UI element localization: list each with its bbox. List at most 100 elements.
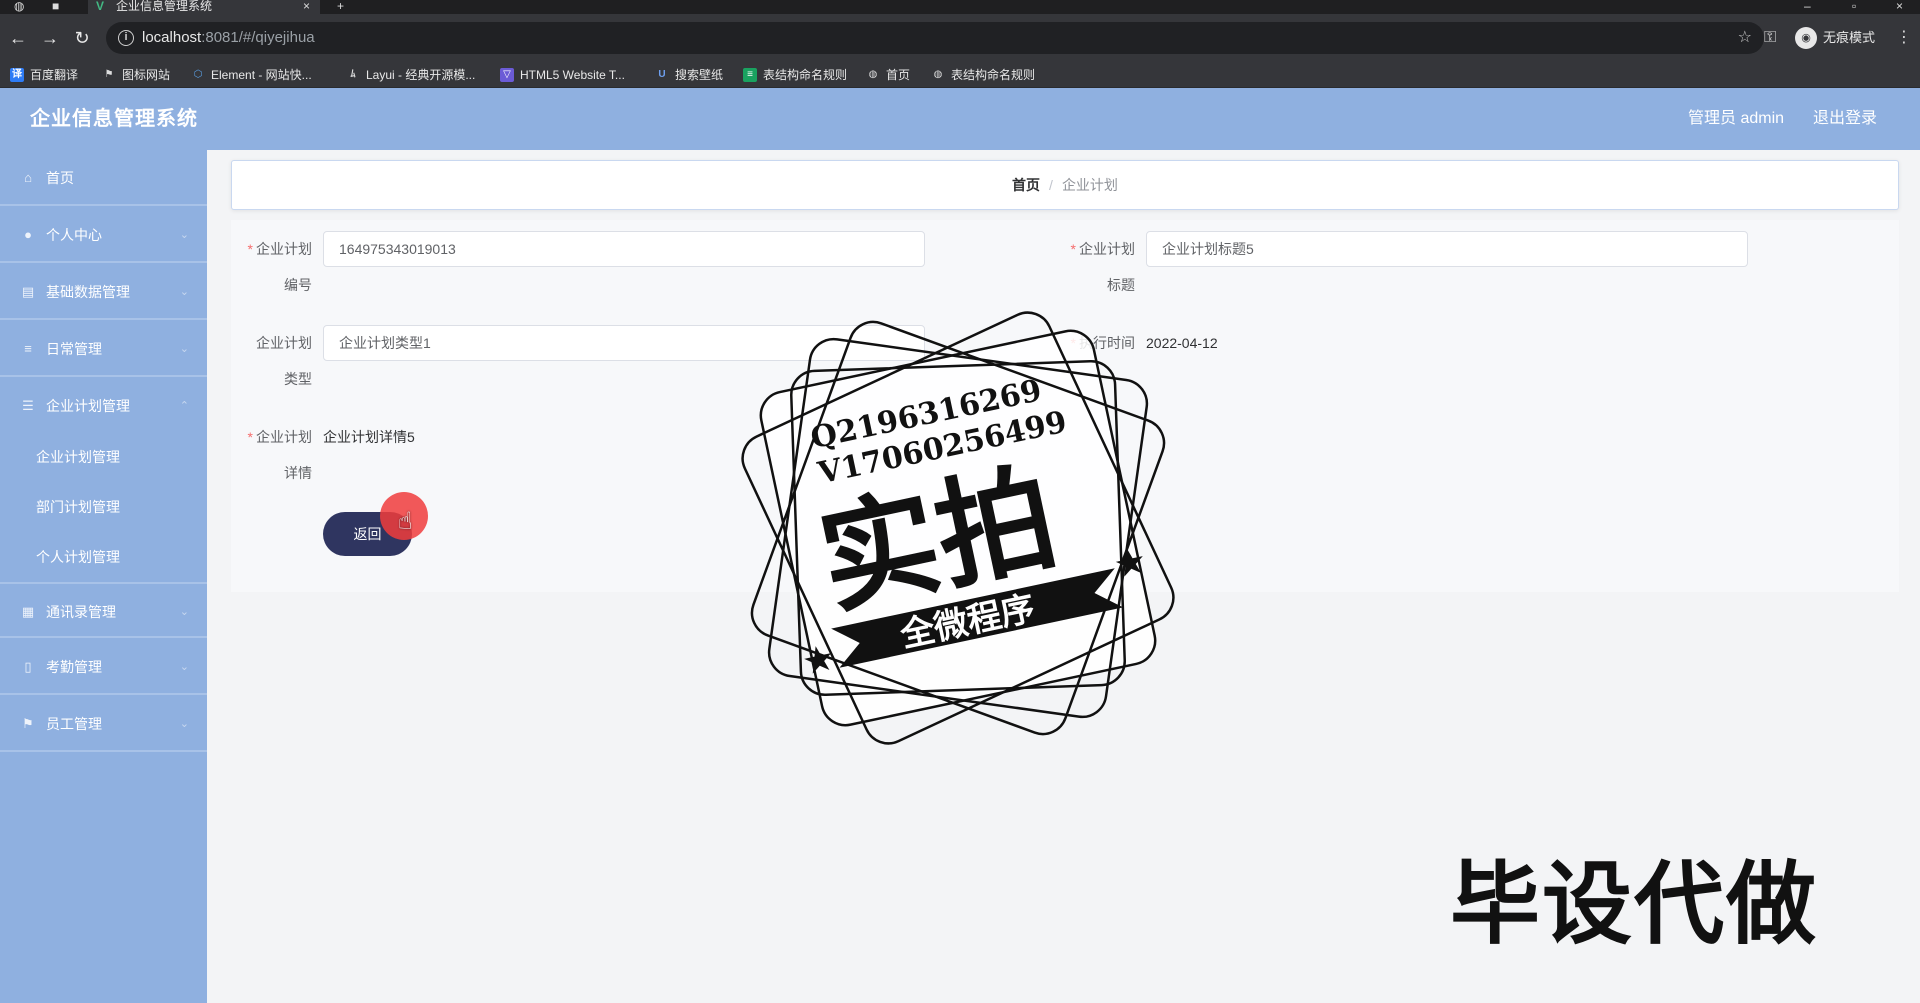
forward-arrow-icon[interactable]: → <box>38 26 62 50</box>
sidebar-subitem-enterprise-plan[interactable]: 企业计划管理 <box>0 432 207 482</box>
browser-tabstrip: ◍ ■ V 企业信息管理系统 × + – ▫ × <box>0 0 1920 14</box>
bookmark-item[interactable]: ▽ HTML5 Website T... <box>500 62 625 88</box>
admin-label: 管理员 admin <box>1688 110 1785 127</box>
window-close-icon[interactable]: × <box>1896 0 1903 12</box>
sidebar-item-home[interactable]: ⌂ 首页 <box>0 150 207 206</box>
browser-tab[interactable]: V 企业信息管理系统 × <box>88 0 320 14</box>
breadcrumb-current: 企业计划 <box>1061 177 1118 193</box>
chevron-down-icon: ⌄ <box>179 229 189 241</box>
sidebar-item-contacts[interactable]: ▦ 通讯录管理 ⌄ <box>0 582 207 638</box>
grid-icon: ▦ <box>21 604 35 619</box>
bookmarks-bar: 译百度翻译 ⚑ 图标网站 ⬡ Element - 网站快... ﾑ Layui - 经… <box>0 62 1920 88</box>
browser-menu-icon[interactable]: ⋮ <box>1896 26 1912 50</box>
logout-link[interactable]: 退出登录 <box>1813 88 1877 150</box>
bookmark-item[interactable]: ⚑ 图标网站 <box>102 62 171 88</box>
label-text: 企业计划 <box>256 241 312 257</box>
bookmark-item[interactable]: U 搜索壁纸 <box>655 62 723 88</box>
label-text: 企业计划 <box>256 429 312 445</box>
chevron-down-icon: ⌄ <box>179 718 189 730</box>
browser-toolbar: ← → ↻ i localhost:8081/#/qiyejihua ☆ ⚿ ◉… <box>0 14 1920 62</box>
bookmark-star-icon[interactable]: ☆ <box>1738 22 1752 54</box>
chevron-up-icon: ⌃ <box>179 400 189 412</box>
translate-icon: 译 <box>10 68 24 82</box>
flag-icon: ⚑ <box>22 716 34 731</box>
shield-bookmark-icon: ▽ <box>500 68 514 82</box>
plan-detail-label: * 企业计划 <box>232 419 312 455</box>
browser-tab-title: 企业信息管理系统 <box>116 0 213 13</box>
incognito-label: 无痕模式 <box>1823 30 1876 45</box>
sidebar-item-profile[interactable]: ● 个人中心 ⌄ <box>0 207 207 263</box>
breadcrumb-separator: / <box>1049 177 1053 193</box>
bookmark-item[interactable]: ﾑ Layui - 经典开源模... <box>346 62 476 88</box>
globe-icon: ◍ <box>868 69 878 80</box>
sidebar-item-enterprise-plan[interactable]: ☰ 企业计划管理 ⌃ <box>0 378 207 434</box>
bookmark-label: 表结构命名规则 <box>951 68 1036 82</box>
minimize-icon[interactable]: – <box>1804 0 1811 12</box>
chevron-down-icon: ⌄ <box>179 661 189 673</box>
bookmark-label: 图标网站 <box>122 68 171 82</box>
back-arrow-icon[interactable]: ← <box>6 26 30 50</box>
required-mark: * <box>247 241 253 257</box>
sheet-icon: ≡ <box>743 68 757 82</box>
bookmark-item[interactable]: ◍ 表结构命名规则 <box>931 62 1035 88</box>
url-path: :8081/#/qiyejihua <box>201 29 315 46</box>
plan-no-input[interactable] <box>323 231 925 267</box>
reload-icon[interactable]: ↻ <box>70 26 94 50</box>
vue-favicon-icon: V <box>96 0 105 13</box>
plan-title-input[interactable] <box>1146 231 1748 267</box>
stack-icon: ☰ <box>22 398 34 413</box>
chevron-down-icon: ⌄ <box>179 343 189 355</box>
doc-icon: ▯ <box>24 659 32 674</box>
sidebar-item-label: 个人中心 <box>46 227 102 243</box>
bookmark-item[interactable]: 译百度翻译 <box>10 62 78 88</box>
user-icon: ● <box>24 227 32 242</box>
sidebar-item-label: 日常管理 <box>46 341 102 357</box>
sidebar-item-label: 考勤管理 <box>46 659 102 675</box>
required-mark: * <box>1070 241 1076 257</box>
bookmark-label: 首页 <box>886 68 911 82</box>
tab-search-icon[interactable]: ■ <box>52 0 59 12</box>
plan-no-label: * 企业计划 <box>232 231 312 267</box>
plan-detail-value: 企业计划详情5 <box>323 429 415 445</box>
bookmark-item[interactable]: ◍ 首页 <box>866 62 910 88</box>
sidebar-item-attendance[interactable]: ▯ 考勤管理 ⌄ <box>0 639 207 695</box>
chevron-down-icon: ⌄ <box>179 286 189 298</box>
breadcrumb-home[interactable]: 首页 <box>1012 177 1040 193</box>
sidebar-item-daily[interactable]: ≡ 日常管理 ⌄ <box>0 321 207 377</box>
tab-close-icon[interactable]: × <box>303 0 310 12</box>
sidebar-item-label: 企业计划管理 <box>46 398 130 414</box>
chevron-down-icon: ⌄ <box>179 606 189 618</box>
url-host: localhost <box>142 29 202 46</box>
app-title: 企业信息管理系统 <box>30 108 198 130</box>
sidebar-subitem-department-plan[interactable]: 部门计划管理 <box>0 482 207 532</box>
label-text: 企业计划 <box>1079 241 1135 257</box>
restore-icon[interactable]: ▫ <box>1852 0 1856 12</box>
app-header: 企业信息管理系统 管理员 admin 退出登录 <box>0 88 1920 150</box>
site-info-icon[interactable]: i <box>118 30 134 46</box>
bookmark-label: 搜索壁纸 <box>675 68 724 82</box>
sidebar-item-basic-data[interactable]: ▤ 基础数据管理 ⌄ <box>0 264 207 320</box>
sidebar-item-label: 员工管理 <box>46 716 102 732</box>
sidebar-item-label: 基础数据管理 <box>46 284 130 300</box>
hand-cursor-icon: ☝ <box>398 508 413 535</box>
address-bar[interactable]: i localhost:8081/#/qiyejihua ☆ <box>106 22 1764 54</box>
sidebar-item-employees[interactable]: ⚑ 员工管理 ⌄ <box>0 696 207 752</box>
home-icon: ⌂ <box>24 170 32 185</box>
sidebar: ⌂ 首页 ● 个人中心 ⌄ ▤ 基础数据管理 ⌄ ≡ 日常管理 ⌄ ☰ 企业计划… <box>0 150 207 1003</box>
list-icon: ≡ <box>24 341 32 356</box>
sidebar-item-label: 通讯录管理 <box>46 604 116 620</box>
incognito-indicator[interactable]: ◉ 无痕模式 <box>1795 26 1875 50</box>
bookmark-item[interactable]: ≡ 表结构命名规则 <box>743 62 847 88</box>
breadcrumb: 首页 / 企业计划 <box>231 160 1899 210</box>
required-mark: * <box>247 429 253 445</box>
bookmark-label: 表结构命名规则 <box>763 68 848 82</box>
password-key-icon[interactable]: ⚿ <box>1764 26 1776 50</box>
browser-logo-icon: ◍ <box>14 0 25 13</box>
plan-type-label: 企业计划 <box>256 335 312 351</box>
sidebar-subitem-personal-plan[interactable]: 个人计划管理 <box>0 532 207 582</box>
new-tab-icon[interactable]: + <box>337 0 344 12</box>
bookmark-item[interactable]: ⬡ Element - 网站快... <box>191 62 312 88</box>
watermark-stamp: Q2196316269 V17060256499 实拍 全微程序 ★ ★ <box>741 311 1175 745</box>
plan-detail-label-line2: 详情 <box>284 465 312 481</box>
wallpaper-icon: U <box>658 69 666 80</box>
